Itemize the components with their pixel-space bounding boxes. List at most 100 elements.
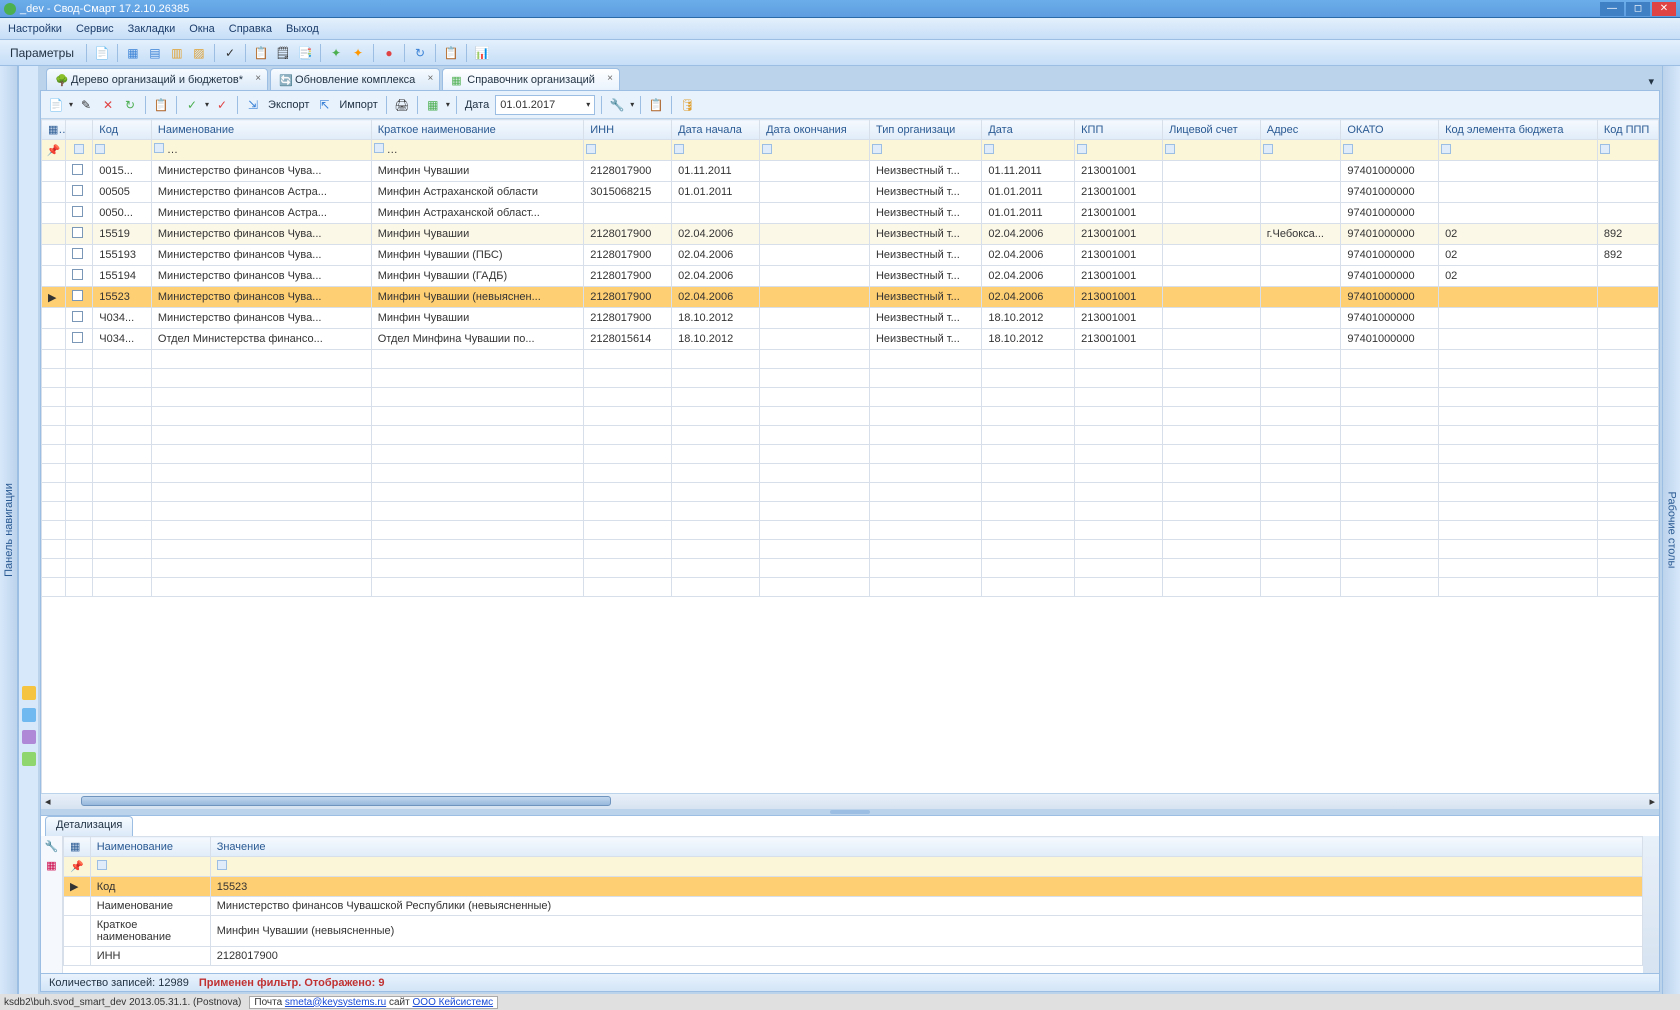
tool-icon[interactable]: 📑 (296, 44, 314, 62)
close-button[interactable]: ✕ (1652, 2, 1676, 16)
dcol-name[interactable]: Наименование (90, 837, 210, 857)
table-row[interactable]: ▶15523Министерство финансов Чува...Минфи… (42, 287, 1659, 308)
tab-tree[interactable]: 🌳Дерево организаций и бюджетов*× (46, 68, 268, 90)
new-icon[interactable]: 📄 (47, 96, 65, 114)
horizontal-scrollbar[interactable]: ◂▸ (41, 793, 1659, 809)
tool-icon[interactable]: 📄 (93, 44, 111, 62)
export-icon[interactable]: ⇲ (244, 96, 262, 114)
close-icon[interactable]: × (427, 73, 433, 84)
tool-icon[interactable]: 📋 (252, 44, 270, 62)
table-row[interactable]: Ч034...Отдел Министерства финансо...Отде… (42, 329, 1659, 350)
table-row[interactable]: Ч034...Министерство финансов Чува...Минф… (42, 308, 1659, 329)
grid-filter-row: 📌 (42, 140, 1659, 161)
col-header[interactable]: ОКАТО (1341, 120, 1439, 140)
tool-icon[interactable]: ✦ (327, 44, 345, 62)
date-input[interactable]: 01.01.2017▾ (495, 95, 595, 115)
pin-icon[interactable]: 📌 (42, 140, 66, 161)
site-link[interactable]: ООО Кейсистемс (413, 997, 494, 1008)
close-icon[interactable]: × (607, 73, 613, 84)
minimize-button[interactable]: — (1600, 2, 1624, 16)
tool-icon[interactable]: ● (380, 44, 398, 62)
list-icon[interactable]: 📋 (647, 96, 665, 114)
tool-icon[interactable]: 🗒 (274, 44, 292, 62)
db-icon[interactable]: 🛢 (678, 96, 696, 114)
table-row[interactable]: 155193Министерство финансов Чува...Минфи… (42, 245, 1659, 266)
strip-icon[interactable] (22, 686, 36, 700)
col-header[interactable]: Код ППП (1597, 120, 1658, 140)
check-icon[interactable]: ✓ (183, 96, 201, 114)
strip-icon[interactable] (22, 730, 36, 744)
col-header[interactable]: Наименование (151, 120, 371, 140)
table-row[interactable]: 155194Министерство финансов Чува...Минфи… (42, 266, 1659, 287)
col-header[interactable]: Лицевой счет (1163, 120, 1261, 140)
col-header[interactable] (66, 120, 93, 140)
tool-icon[interactable]: ↻ (411, 44, 429, 62)
col-header[interactable]: Адрес (1260, 120, 1341, 140)
menu-service[interactable]: Сервис (76, 23, 114, 35)
tabs-dropdown-icon[interactable]: ▾ (1642, 73, 1660, 90)
col-header[interactable]: ИНН (584, 120, 672, 140)
strip-icon[interactable] (22, 708, 36, 722)
col-header[interactable]: Тип организаци (869, 120, 981, 140)
close-icon[interactable]: × (255, 73, 261, 84)
details-panel: Детализация 🔧 ▦ ▦НаименованиеЗначение 📌 (41, 815, 1659, 973)
print-icon[interactable]: 🖨 (393, 96, 411, 114)
import-label[interactable]: Импорт (339, 99, 377, 111)
right-panel-collapsed[interactable]: Рабочие столы (1662, 66, 1680, 994)
tool-icon[interactable]: ▦ (124, 44, 142, 62)
wrench-icon[interactable]: 🔧 (45, 840, 59, 853)
chart-icon[interactable]: 📊 (473, 44, 491, 62)
col-header[interactable]: Краткое наименование (371, 120, 584, 140)
detail-row[interactable]: ИНН2128017900 (64, 947, 1643, 966)
detail-row[interactable]: НаименованиеМинистерство финансов Чувашс… (64, 897, 1643, 916)
filter-name[interactable] (167, 142, 371, 158)
tool-icon[interactable]: ▨ (190, 44, 208, 62)
tool-icon[interactable]: ✦ (349, 44, 367, 62)
copy-icon[interactable]: 📋 (152, 96, 170, 114)
col-header[interactable]: Дата начала (672, 120, 760, 140)
col-header[interactable]: Дата (982, 120, 1075, 140)
pin-icon[interactable]: 📌 (64, 857, 91, 877)
strip-icon[interactable] (22, 752, 36, 766)
tab-update[interactable]: 🔄Обновление комплекса× (270, 68, 440, 90)
tool-icon[interactable]: ▥ (168, 44, 186, 62)
menu-windows[interactable]: Окна (189, 23, 215, 35)
grid-icon[interactable]: ▦ (46, 859, 56, 872)
vertical-scrollbar[interactable] (1643, 836, 1659, 973)
col-header[interactable]: Код элемента бюджета (1439, 120, 1598, 140)
menu-settings[interactable]: Настройки (8, 23, 62, 35)
table-row[interactable]: 0050...Министерство финансов Астра...Мин… (42, 203, 1659, 224)
table-row[interactable]: 0015...Министерство финансов Чува...Минф… (42, 161, 1659, 182)
details-tab[interactable]: Детализация (45, 816, 133, 836)
edit-icon[interactable]: ✎ (77, 96, 95, 114)
uncheck-icon[interactable]: ✓ (213, 96, 231, 114)
maximize-button[interactable]: ◻ (1626, 2, 1650, 16)
col-header[interactable]: Код (93, 120, 152, 140)
tool-icon[interactable]: 📋 (442, 44, 460, 62)
left-panel-collapsed[interactable]: Панель навигации (0, 66, 18, 994)
excel-icon[interactable]: ▦ (424, 96, 442, 114)
tool-icon[interactable]: ✓ (221, 44, 239, 62)
table-row[interactable]: 15519Министерство финансов Чува...Минфин… (42, 224, 1659, 245)
mail-link[interactable]: smeta@keysystems.ru (285, 997, 386, 1008)
delete-icon[interactable]: ✕ (99, 96, 117, 114)
export-label[interactable]: Экспорт (268, 99, 309, 111)
tab-directory[interactable]: ▦Справочник организаций× (442, 68, 620, 90)
filter-short[interactable] (387, 142, 584, 158)
menu-bookmarks[interactable]: Закладки (128, 23, 176, 35)
import-icon[interactable]: ⇱ (315, 96, 333, 114)
col-header[interactable]: Дата окончания (760, 120, 870, 140)
col-header[interactable]: ▦ ▾ (42, 120, 66, 140)
table-row[interactable]: 00505Министерство финансов Астра...Минфи… (42, 182, 1659, 203)
params-button[interactable]: Параметры (4, 44, 80, 62)
menu-help[interactable]: Справка (229, 23, 272, 35)
col-header[interactable]: КПП (1075, 120, 1163, 140)
menu-exit[interactable]: Выход (286, 23, 319, 35)
wrench-icon[interactable]: 🔧 (608, 96, 626, 114)
window-title: _dev - Свод-Смарт 17.2.10.26385 (20, 3, 189, 15)
tool-icon[interactable]: ▤ (146, 44, 164, 62)
detail-row[interactable]: Краткое наименованиеМинфин Чувашии (невы… (64, 916, 1643, 947)
detail-row[interactable]: ▶Код15523 (64, 877, 1643, 897)
refresh-icon[interactable]: ↻ (121, 96, 139, 114)
dcol-value[interactable]: Значение (210, 837, 1642, 857)
